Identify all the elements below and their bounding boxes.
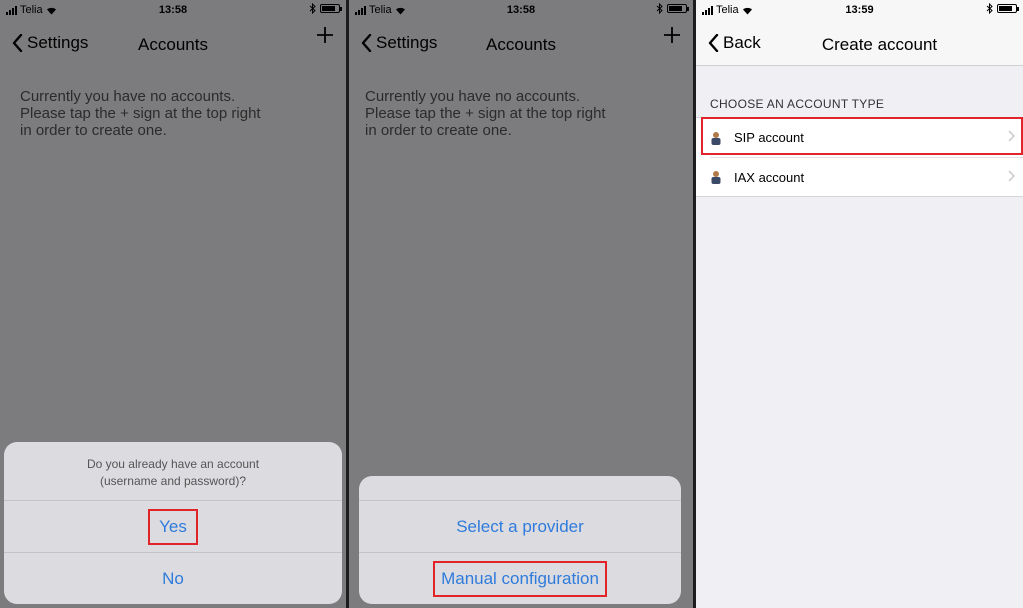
action-sheet: Select a provider Manual configuration [359, 476, 681, 604]
manual-configuration-button[interactable]: Manual configuration [359, 552, 681, 604]
screen-create-account: Telia 13:59 Back Create account CHOOSE A… [696, 0, 1023, 608]
chevron-right-icon [1008, 130, 1015, 142]
iax-account-item[interactable]: IAX account [710, 157, 1023, 196]
status-time: 13:58 [506, 4, 536, 16]
sip-account-item[interactable]: SIP account [696, 118, 1023, 157]
battery-icon [997, 4, 1019, 13]
select-provider-label: Select a provider [456, 516, 584, 536]
yes-highlight: Yes [148, 508, 198, 545]
bluetooth-icon [656, 3, 663, 14]
bluetooth-icon [309, 3, 316, 14]
person-icon [711, 171, 721, 184]
screen-accounts-confirm: Telia 13:58 Settings Accounts Currently … [0, 0, 346, 608]
empty-message: Currently you have no accounts. Please t… [365, 88, 606, 139]
iax-account-label: IAX account [734, 169, 805, 185]
nav-bar: Settings Accounts [349, 20, 693, 66]
nav-bar: Settings Accounts [0, 20, 346, 66]
page-title: Create account [821, 35, 938, 54]
no-button[interactable]: No [4, 552, 342, 604]
battery-icon [320, 4, 342, 13]
sip-account-label: SIP account [734, 130, 804, 145]
status-time: 13:59 [845, 4, 874, 16]
yes-label: Yes [159, 516, 187, 536]
empty-message: Currently you have no accounts. Please t… [20, 88, 261, 139]
plus-icon [317, 27, 333, 43]
chevron-right-icon [1008, 170, 1015, 182]
nav-bar: Back Create account [696, 20, 1023, 66]
add-account-button[interactable] [663, 26, 681, 44]
manual-configuration-label: Manual configuration [441, 568, 599, 588]
page-title: Accounts [486, 35, 556, 54]
status-bar: Telia 13:59 [696, 0, 1023, 20]
plus-icon [664, 27, 680, 43]
action-sheet: Do you already have an account (username… [4, 442, 342, 604]
status-bar: Telia 13:58 [349, 0, 693, 20]
status-bar: Telia 13:58 [0, 0, 346, 20]
battery-icon [667, 4, 689, 13]
status-time: 13:58 [158, 4, 188, 16]
person-icon [711, 131, 721, 145]
page-title: Accounts [138, 35, 208, 54]
select-provider-button[interactable]: Select a provider [359, 500, 681, 552]
sheet-question: Do you already have an account (username… [86, 457, 260, 488]
screen-accounts-setup-choice: Telia 13:58 Settings Accounts Currently … [349, 0, 693, 608]
yes-button[interactable]: Yes [4, 500, 342, 552]
bluetooth-icon [986, 3, 993, 14]
manual-configuration-highlight: Manual configuration [433, 560, 607, 597]
no-label: No [162, 568, 184, 588]
add-account-button[interactable] [316, 26, 334, 44]
section-header: CHOOSE AN ACCOUNT TYPE [710, 97, 885, 111]
account-type-list: SIP account IAX account [696, 117, 1023, 197]
